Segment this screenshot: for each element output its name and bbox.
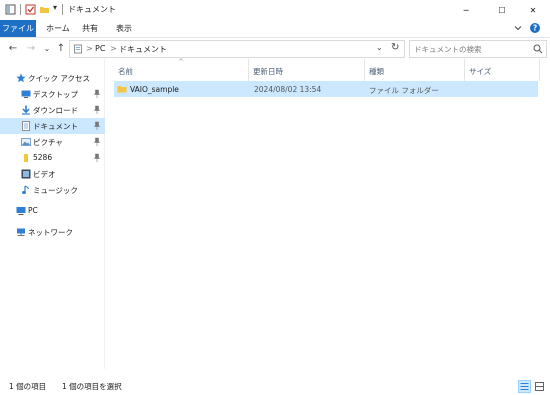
item-count: 1 個の項目	[9, 382, 47, 391]
tab-home[interactable]: ホーム	[46, 20, 70, 37]
pin-icon[interactable]	[93, 137, 101, 147]
sidebar-item-label: ドキュメント	[33, 122, 78, 131]
column-header-name[interactable]: 名前	[114, 59, 248, 81]
ribbon-tabs: ファイル ホーム 共有 表示 ?	[0, 20, 550, 37]
desktop-icon	[21, 90, 31, 98]
pin-icon[interactable]	[93, 153, 101, 163]
folder-icon	[117, 86, 127, 93]
pin-icon[interactable]	[93, 121, 101, 131]
large-icons-view-icon	[535, 382, 544, 391]
sidebar-item-desktop[interactable]: デスクトップ	[0, 86, 105, 102]
pictures-icon	[21, 138, 31, 146]
tab-view[interactable]: 表示	[116, 20, 132, 37]
sidebar-item-label: クイック アクセス	[28, 74, 91, 83]
breadcrumb-separator: >	[86, 44, 93, 53]
details-view-button[interactable]	[518, 380, 531, 393]
breadcrumb-separator-2: >	[110, 44, 117, 53]
breadcrumb-pc[interactable]: PC	[95, 44, 105, 53]
sidebar-item-pictures[interactable]: ピクチャ	[0, 134, 105, 150]
pin-icon[interactable]	[93, 105, 101, 115]
explorer-app-icon[interactable]	[5, 4, 16, 15]
sidebar-item-5286[interactable]: 5286	[0, 150, 105, 166]
close-button[interactable]: ✕	[516, 0, 550, 20]
address-bar[interactable]: > PC > ドキュメント ⌄ ↻	[69, 40, 405, 58]
new-folder-quick-icon[interactable]	[39, 4, 50, 15]
sidebar-item-quick-access[interactable]: クイック アクセス	[0, 70, 105, 86]
large-icons-view-button[interactable]	[533, 380, 546, 393]
title-separator	[20, 4, 21, 15]
sidebar-item-label: ネットワーク	[28, 228, 73, 237]
selected-count: 1 個の項目を選択	[62, 382, 122, 391]
download-icon	[22, 105, 30, 115]
tab-file[interactable]: ファイル	[0, 20, 36, 37]
refresh-button[interactable]: ↻	[391, 42, 399, 53]
svg-text:?: ?	[533, 24, 537, 33]
sidebar-item-documents[interactable]: ドキュメント	[0, 118, 105, 134]
column-header-modified[interactable]: 更新日時	[249, 59, 364, 81]
documents-icon	[22, 121, 30, 131]
search-icon[interactable]	[533, 44, 543, 54]
title-separator-2	[62, 4, 63, 15]
help-icon[interactable]: ?	[529, 22, 541, 34]
sidebar-item-downloads[interactable]: ダウンロード	[0, 102, 105, 118]
sidebar-item-label: 5286	[33, 153, 53, 162]
column-header-label: サイズ	[469, 67, 492, 76]
music-icon	[22, 185, 29, 194]
forward-button[interactable]: →	[24, 41, 38, 55]
column-header-type[interactable]: 種類	[365, 59, 464, 81]
expand-ribbon-chevron-icon[interactable]	[513, 23, 523, 33]
maximize-button[interactable]: ☐	[485, 0, 519, 20]
breadcrumb-documents[interactable]: ドキュメント	[119, 44, 167, 55]
video-icon	[21, 169, 31, 179]
pin-icon[interactable]	[93, 89, 101, 99]
properties-check-icon[interactable]	[25, 4, 36, 15]
sidebar-item-videos[interactable]: ビデオ	[0, 166, 105, 182]
sidebar-item-label: ダウンロード	[33, 106, 78, 115]
column-header-size[interactable]: サイズ	[465, 59, 539, 81]
navigation-pane: クイック アクセス デスクトップ ダウンロード ドキュメント ピクチャ 5286…	[0, 59, 105, 369]
address-row: ← → ⌄ ↑ > PC > ドキュメント ⌄ ↻	[0, 37, 550, 59]
file-type: ファイル フォルダー	[369, 86, 439, 95]
file-name[interactable]: VAIO_sample	[130, 85, 179, 94]
search-box[interactable]	[409, 40, 547, 58]
table-row[interactable]: VAIO_sample 2024/08/02 13:54 ファイル フォルダー	[114, 81, 538, 97]
sidebar-item-label: PC	[28, 206, 38, 215]
sidebar-item-label: ピクチャ	[33, 138, 63, 147]
back-button[interactable]: ←	[6, 41, 20, 55]
title-bar: ▾ ドキュメント ─ ☐ ✕	[0, 0, 550, 20]
quick-access-toolbar-dropdown-icon[interactable]: ▾	[53, 3, 57, 12]
sidebar-item-label: デスクトップ	[33, 90, 78, 99]
sidebar-item-pc[interactable]: PC	[0, 203, 105, 219]
sidebar-item-network[interactable]: ネットワーク	[0, 224, 105, 240]
sidebar-item-music[interactable]: ミュージック	[0, 182, 105, 198]
column-divider[interactable]	[539, 59, 540, 81]
documents-location-icon	[74, 44, 82, 54]
pc-icon	[16, 207, 26, 215]
star-icon	[16, 73, 26, 83]
column-header-label: 名前	[118, 67, 133, 76]
address-dropdown-icon[interactable]: ⌄	[376, 43, 383, 52]
recent-locations-button[interactable]: ⌄	[40, 41, 54, 55]
sidebar-item-label: ミュージック	[33, 186, 78, 195]
window-title: ドキュメント	[68, 5, 116, 14]
column-header-label: 種類	[369, 67, 384, 76]
status-bar: 1 個の項目 1 個の項目を選択	[0, 378, 550, 395]
tab-share[interactable]: 共有	[82, 20, 98, 37]
file-modified: 2024/08/02 13:54	[254, 85, 322, 94]
search-input[interactable]	[414, 43, 526, 55]
network-icon	[17, 228, 25, 236]
up-button[interactable]: ↑	[54, 41, 68, 55]
column-header-label: 更新日時	[253, 67, 283, 76]
details-view-icon	[520, 383, 529, 390]
sidebar-item-label: ビデオ	[33, 170, 56, 179]
folder-icon	[24, 154, 28, 162]
minimize-button[interactable]: ─	[449, 0, 483, 20]
